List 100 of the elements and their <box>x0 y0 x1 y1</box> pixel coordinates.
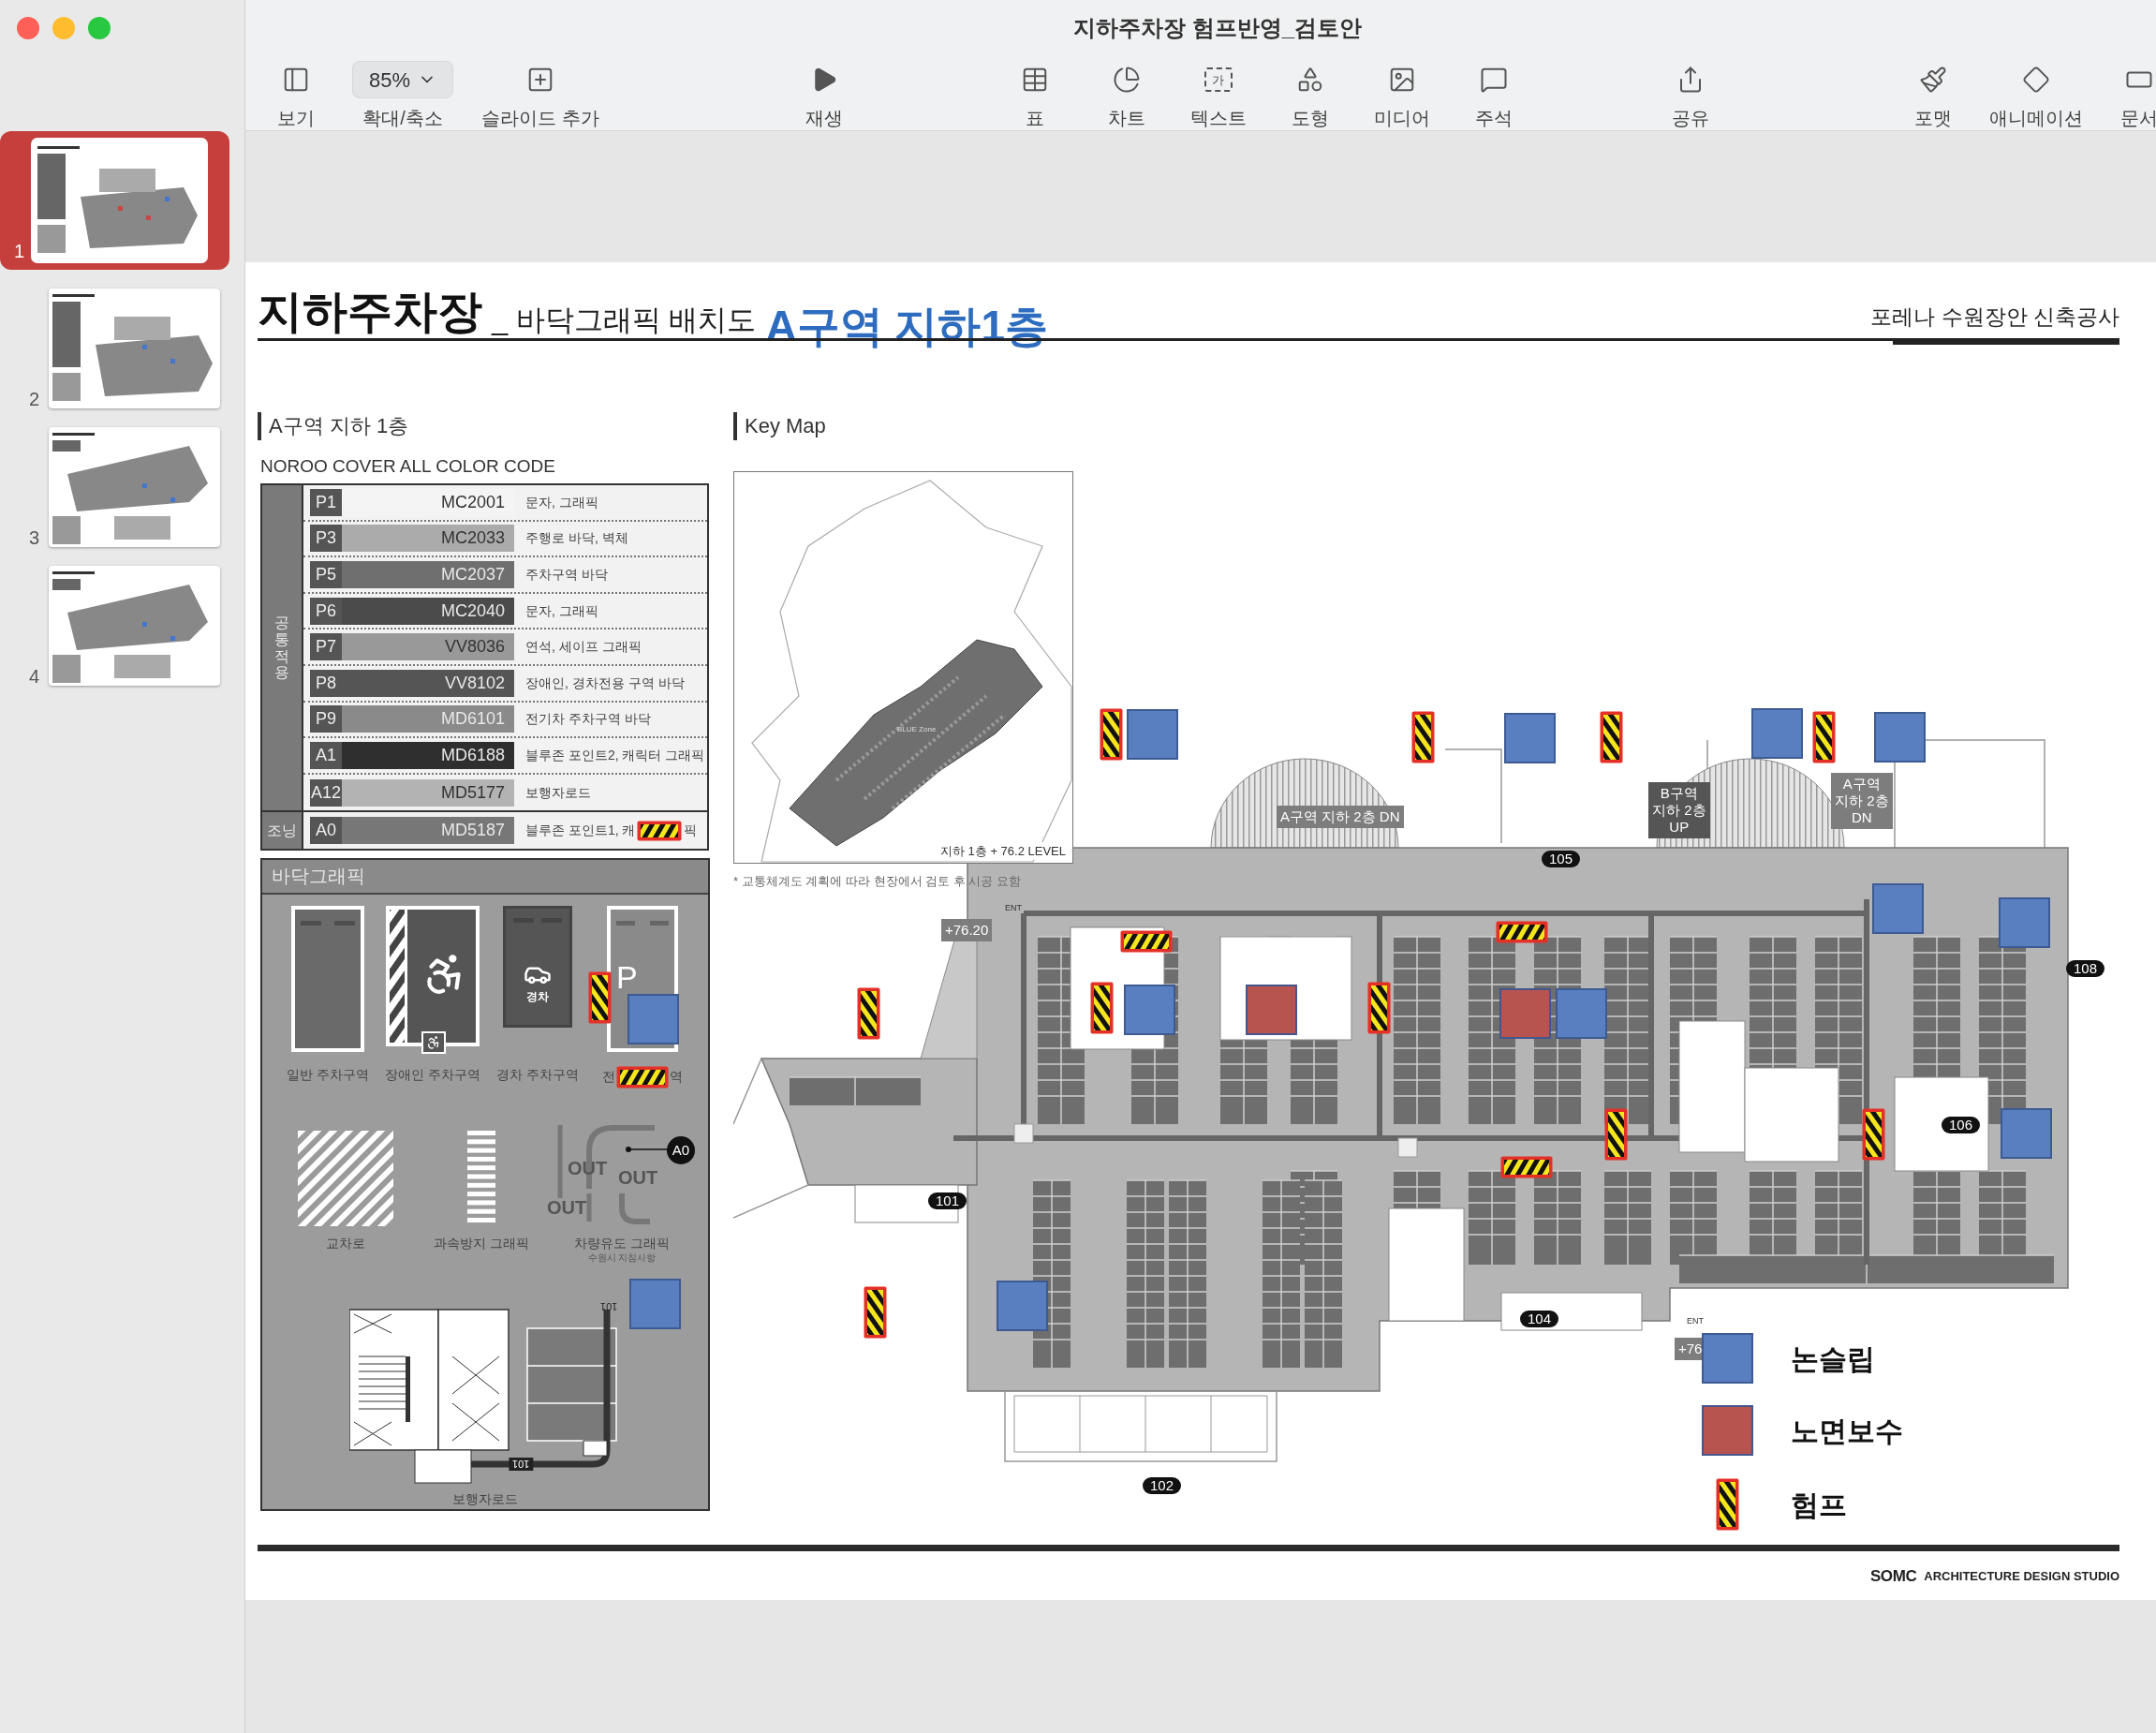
building-number: 108 <box>2066 960 2105 977</box>
panel-title: 바닥그래픽 <box>272 865 365 889</box>
color-usage: 문자, 그래픽 <box>525 493 598 511</box>
color-code: A12 <box>310 778 342 807</box>
view-icon <box>282 66 310 94</box>
color-code: P5 <box>310 561 342 588</box>
map-tag: A구역 지하 2층 DN <box>1277 806 1404 828</box>
note-text: * 교통체계도 계획에 따라 현장에서 검토 후 시공 요함 <box>733 873 1021 890</box>
project-name: 포레나 수원장안 신축공사 <box>1870 303 2119 331</box>
comment-icon <box>1479 66 1508 94</box>
out-marking: OUT <box>568 1158 608 1178</box>
studio-name: ARCHITECTURE DESIGN STUDIO <box>1924 1568 2119 1585</box>
toolbar-label[interactable]: 포맷 <box>1914 109 1952 127</box>
graphic-label: 경차 주차구역 <box>496 1065 579 1084</box>
color-usage: 픽 <box>684 822 698 840</box>
toolbar-label[interactable]: 확대/축소 <box>362 109 443 127</box>
color-name: MD5187 <box>439 820 506 842</box>
color-code: P3 <box>310 525 342 553</box>
slide-thumbnail[interactable] <box>49 566 220 686</box>
toolbar-label[interactable]: 텍스트 <box>1189 109 1247 127</box>
slide-number: 1 <box>12 242 24 260</box>
legend-label: 험프 <box>1791 1488 1847 1522</box>
entrance-label: ENT <box>1687 1317 1704 1326</box>
zoom-dropdown[interactable]: 85% <box>352 61 453 98</box>
color-usage: 문자, 그래픽 <box>525 601 598 620</box>
slide-thumbnail[interactable] <box>49 427 220 547</box>
toolbar-label[interactable]: 도형 <box>1291 109 1329 127</box>
color-name: MC2037 <box>439 564 506 585</box>
toolbar-label[interactable]: 주석 <box>1474 109 1513 127</box>
color-code-badge: A0 <box>667 1135 695 1164</box>
slide-number: 4 <box>27 667 39 686</box>
animate-icon <box>2022 66 2050 94</box>
color-name: VV8036 <box>443 636 506 659</box>
color-usage: 블루존 포인트2, 캐릭터 그래픽 <box>525 746 705 764</box>
chart-icon <box>1112 66 1141 94</box>
toolbar-label[interactable]: 표 <box>1025 109 1044 127</box>
color-code: P1 <box>310 488 342 516</box>
slide-thumbnail[interactable] <box>34 141 205 260</box>
group-label: 공통적용 <box>274 615 289 681</box>
zone-label: BLUE Zone <box>897 724 937 735</box>
color-code: P6 <box>310 597 342 625</box>
building-number: 102 <box>1143 1477 1182 1494</box>
color-code: P9 <box>310 705 342 733</box>
color-code: P7 <box>310 633 342 661</box>
toolbar-label[interactable]: 공유 <box>1671 109 1709 127</box>
studio-logo: SOMC <box>1869 1566 1917 1587</box>
table-title: NOROO COVER ALL COLOR CODE <box>259 455 556 478</box>
format-icon <box>1919 66 1947 94</box>
slide-thumbnail[interactable] <box>49 289 220 408</box>
building-number: 101 <box>928 1192 967 1209</box>
slide-number: 3 <box>27 528 39 547</box>
section-heading: Key Map <box>733 412 2119 440</box>
slide-subtitle: _ 바닥그래픽 배치도 <box>492 305 757 334</box>
color-name: MC2001 <box>439 491 506 513</box>
leader-line <box>626 1146 668 1152</box>
toolbar-label[interactable]: 애니메이션 <box>1989 109 2083 127</box>
toolbar-label[interactable]: 차트 <box>1107 109 1145 127</box>
toolbar-label[interactable]: 문서 <box>2120 109 2156 127</box>
building-number: 105 <box>1542 851 1581 867</box>
graphic-label: 역 <box>670 1068 683 1087</box>
color-usage: 연석, 세이프 그래픽 <box>525 638 642 657</box>
group-label: 조닝 <box>267 822 297 839</box>
slide-number: 2 <box>27 390 39 408</box>
color-name: MD5177 <box>439 781 506 804</box>
color-usage: 전기차 주차구역 바닥 <box>525 710 651 729</box>
toolbar-label[interactable]: 재생 <box>805 109 843 127</box>
graphic-label: 교차로 <box>326 1234 365 1252</box>
map-tag: B구역 지하 2층 UP <box>1648 782 1710 838</box>
map-tag: A구역 지하 2층 DN <box>1831 773 1893 829</box>
color-code: A1 <box>310 741 342 769</box>
section-heading: A구역 지하 1층 <box>258 412 709 440</box>
building-number: 104 <box>1520 1311 1559 1327</box>
column-marker <box>1013 1123 1034 1144</box>
color-usage: 블루존 포인트1, 캐 <box>525 822 636 840</box>
walkway-number: 101 <box>509 1457 534 1471</box>
text-box-icon: 가 <box>1204 67 1233 92</box>
color-name: MD6188 <box>439 744 506 766</box>
entrance-label: ENT <box>1005 904 1022 912</box>
graphic-sublabel: 수원시 지침사항 <box>587 1252 657 1263</box>
graphic-label: 일반 주차구역 <box>287 1065 369 1084</box>
map-tag: +76.20 <box>941 919 993 941</box>
toolbar-label[interactable]: 슬라이드 추가 <box>481 109 599 127</box>
toolbar-label[interactable]: 미디어 <box>1373 109 1430 127</box>
window-title: 지하주차장 험프반영_검토안 <box>1073 14 1362 42</box>
out-marking: OUT <box>618 1167 658 1187</box>
color-usage: 보행자로드 <box>525 783 591 802</box>
color-name: MC2040 <box>439 600 506 622</box>
color-code: A0 <box>310 817 342 845</box>
out-marking: OUT <box>547 1197 587 1217</box>
walkway-number: 101 <box>600 1299 618 1313</box>
building-number: 106 <box>1942 1117 1981 1133</box>
color-usage: 주차구역 바닥 <box>525 566 608 584</box>
legend-label: 논슬립 <box>1791 1341 1875 1376</box>
column-marker <box>1397 1137 1418 1158</box>
graphic-label: 장애인 주차구역 <box>385 1065 480 1084</box>
toolbar-label[interactable]: 보기 <box>277 109 315 127</box>
graphic-label: 차량유도 그래픽 <box>574 1234 670 1252</box>
color-name: MC2033 <box>439 527 506 550</box>
color-usage: 주행로 바닥, 벽체 <box>525 529 628 548</box>
color-name: VV8102 <box>443 672 506 694</box>
